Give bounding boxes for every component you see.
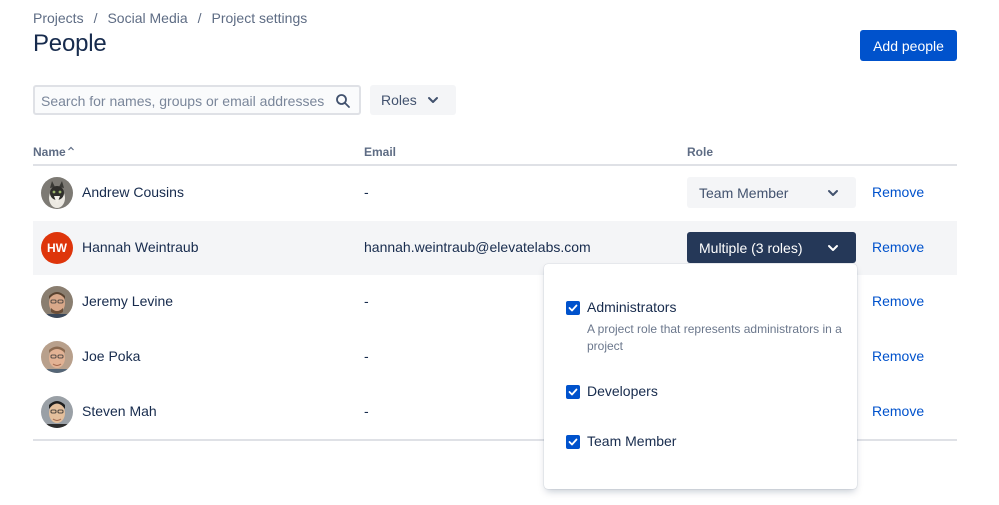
column-header-email: Email: [364, 145, 397, 159]
breadcrumb-projects[interactable]: Projects: [33, 10, 84, 26]
checkmark-icon: [568, 438, 578, 446]
remove-link[interactable]: Remove: [872, 348, 924, 364]
search-input[interactable]: [41, 91, 331, 111]
column-header-role: Role: [687, 145, 714, 159]
chevron-down-icon: [828, 245, 838, 251]
column-header-name-label: Name: [33, 145, 66, 159]
user-name: Andrew Cousins: [82, 184, 184, 200]
breadcrumb: Projects / Social Media / Project settings: [33, 10, 307, 26]
user-name: Hannah Weintraub: [82, 239, 199, 255]
avatar: [41, 341, 73, 373]
remove-link[interactable]: Remove: [872, 239, 924, 255]
chevron-down-icon: [428, 97, 438, 103]
avatar: HW: [41, 232, 73, 264]
checkbox-checked[interactable]: [566, 385, 580, 399]
roles-filter-button[interactable]: Roles: [370, 85, 456, 115]
role-option-label: Team Member: [587, 433, 677, 449]
role-select[interactable]: Team Member: [687, 177, 856, 208]
sort-ascending-icon: [67, 146, 74, 151]
remove-link[interactable]: Remove: [872, 403, 924, 419]
user-email: -: [364, 184, 369, 200]
page-title: People: [33, 30, 107, 57]
add-people-button[interactable]: Add people: [860, 30, 957, 61]
chevron-down-icon: [828, 190, 838, 196]
user-name: Steven Mah: [82, 403, 157, 419]
user-email: hannah.weintraub@elevatelabs.com: [364, 239, 591, 255]
role-dropdown-menu: Administrators A project role that repre…: [544, 264, 857, 489]
role-option-label: Developers: [587, 383, 658, 399]
avatar: [41, 177, 73, 209]
role-select-value: Multiple (3 roles): [699, 240, 803, 256]
column-header-name[interactable]: Name: [33, 145, 75, 159]
breadcrumb-separator: /: [197, 10, 202, 26]
breadcrumb-separator: /: [93, 10, 98, 26]
user-name: Joe Poka: [82, 348, 141, 364]
user-email: -: [364, 348, 369, 364]
user-email: -: [364, 403, 369, 419]
role-option-label: Administrators: [587, 299, 677, 315]
remove-link[interactable]: Remove: [872, 293, 924, 309]
search-icon[interactable]: [335, 93, 351, 109]
breadcrumb-project-settings[interactable]: Project settings: [212, 10, 308, 26]
user-email: -: [364, 293, 369, 309]
checkbox-checked[interactable]: [566, 435, 580, 449]
table-row: Andrew Cousins - Team Member Remove: [33, 166, 957, 220]
role-select-value: Team Member: [699, 185, 789, 201]
role-option-description: A project role that represents administr…: [587, 322, 842, 353]
checkmark-icon: [568, 388, 578, 396]
checkmark-icon: [568, 304, 578, 312]
avatar: [41, 396, 73, 428]
breadcrumb-social-media[interactable]: Social Media: [107, 10, 187, 26]
roles-filter-label: Roles: [381, 92, 417, 108]
search-field[interactable]: [33, 85, 361, 115]
role-select[interactable]: Multiple (3 roles): [687, 232, 856, 263]
checkbox-checked[interactable]: [566, 301, 580, 315]
user-name: Jeremy Levine: [82, 293, 174, 309]
remove-link[interactable]: Remove: [872, 184, 924, 200]
avatar: [41, 286, 73, 318]
